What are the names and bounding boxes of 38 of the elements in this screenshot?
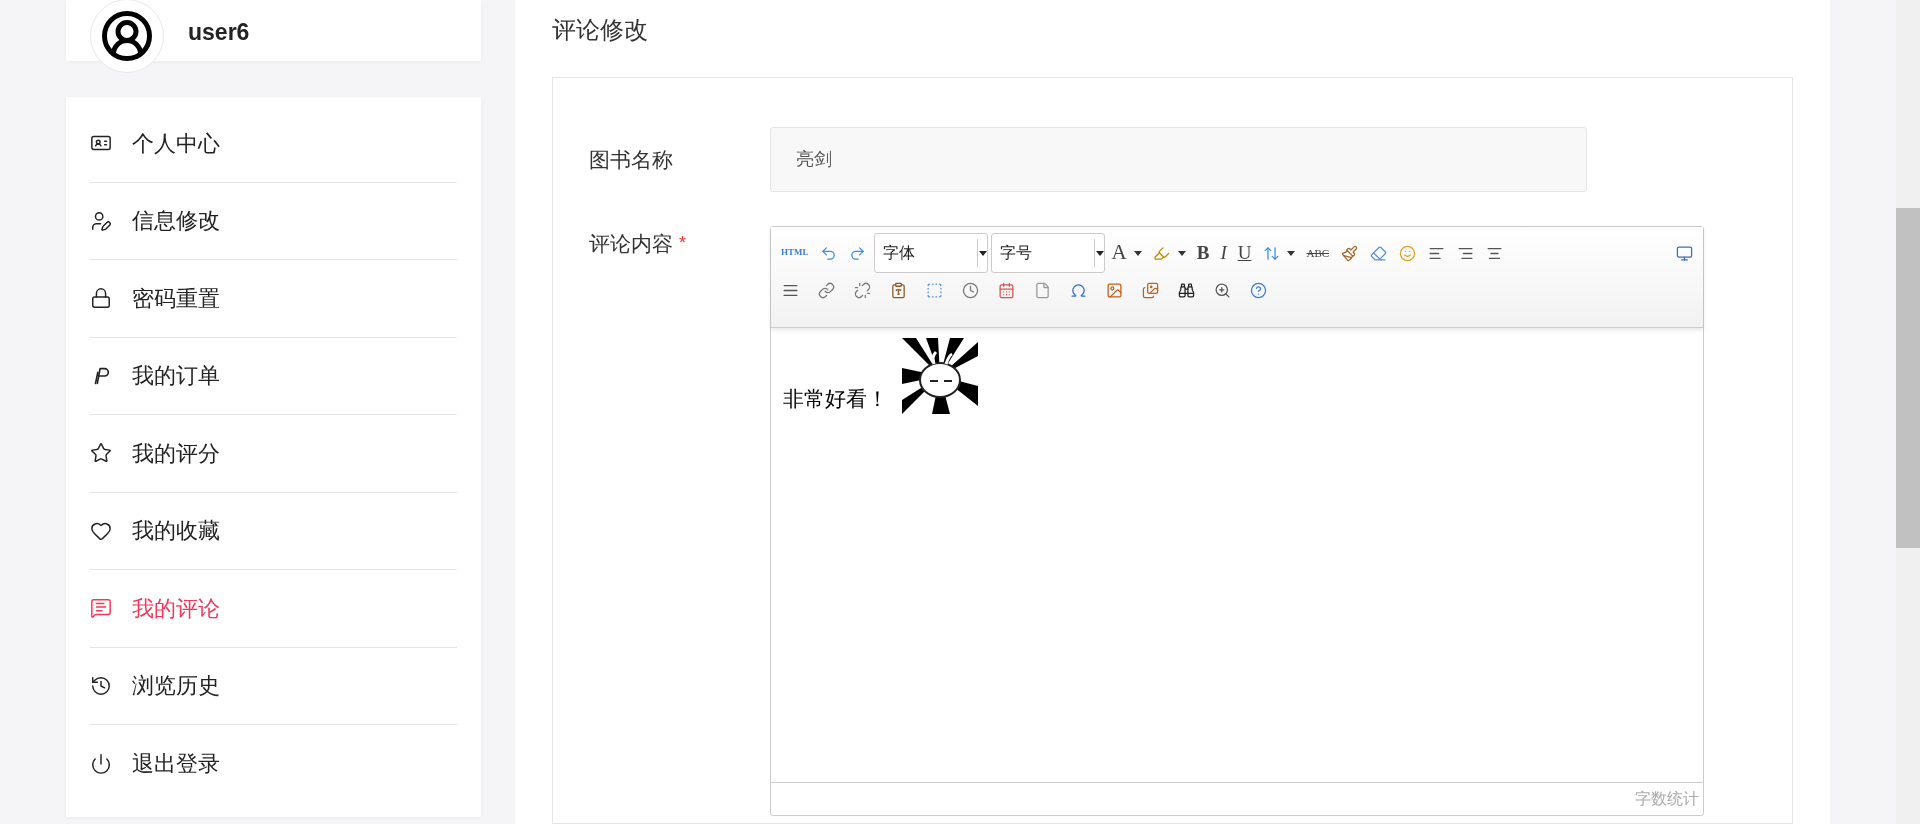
font-select[interactable]: 字体 [873, 233, 988, 273]
book-name-field[interactable]: 亮剑 [770, 127, 1587, 192]
caret-icon [1177, 250, 1186, 256]
font-color-button[interactable]: A [1107, 240, 1131, 266]
username: user6 [188, 17, 250, 47]
italic-button[interactable]: I [1216, 240, 1231, 266]
sidebar-item[interactable]: 退出登录 [132, 747, 220, 781]
underline-button[interactable]: U [1233, 240, 1256, 266]
lock-icon [90, 287, 112, 310]
html-button[interactable]: HTML [777, 240, 813, 266]
sidebar-item[interactable]: 我的评分 [132, 436, 220, 470]
word-count: 字数统计 [1635, 789, 1699, 809]
message-icon [90, 597, 112, 620]
page-title: 评论修改 [552, 15, 649, 45]
size-select[interactable]: 字号 [990, 233, 1105, 273]
scrollbar-thumb[interactable] [1896, 208, 1920, 548]
editor-content[interactable]: 非常好看！ [771, 328, 1703, 782]
sidebar-item[interactable]: 信息修改 [132, 204, 220, 238]
field-label: 评论内容 [589, 231, 673, 257]
sidebar-item[interactable]: 我的订单 [132, 359, 220, 393]
caret-icon [978, 250, 987, 256]
sidebar-item[interactable]: 密码重置 [132, 281, 220, 315]
field-label: 图书名称 [589, 146, 674, 173]
user-pen-icon [90, 209, 112, 232]
caret-icon [1287, 250, 1296, 256]
star-icon [90, 442, 112, 465]
history-icon [90, 674, 112, 697]
comment-text: 非常好看！ [783, 385, 888, 412]
power-icon [90, 752, 112, 775]
required-asterisk: * [679, 232, 686, 256]
caret-icon [1133, 250, 1142, 256]
sidebar-item[interactable]: 个人中心 [132, 126, 220, 160]
sidebar-item[interactable]: 浏览历史 [132, 669, 220, 703]
strikethrough-button[interactable]: ABC [1302, 240, 1334, 266]
sidebar-item[interactable]: 我的评论 [132, 591, 220, 625]
sidebar-item[interactable]: 我的收藏 [132, 514, 220, 548]
bold-button[interactable]: B [1192, 240, 1214, 266]
caret-icon [1095, 250, 1104, 256]
